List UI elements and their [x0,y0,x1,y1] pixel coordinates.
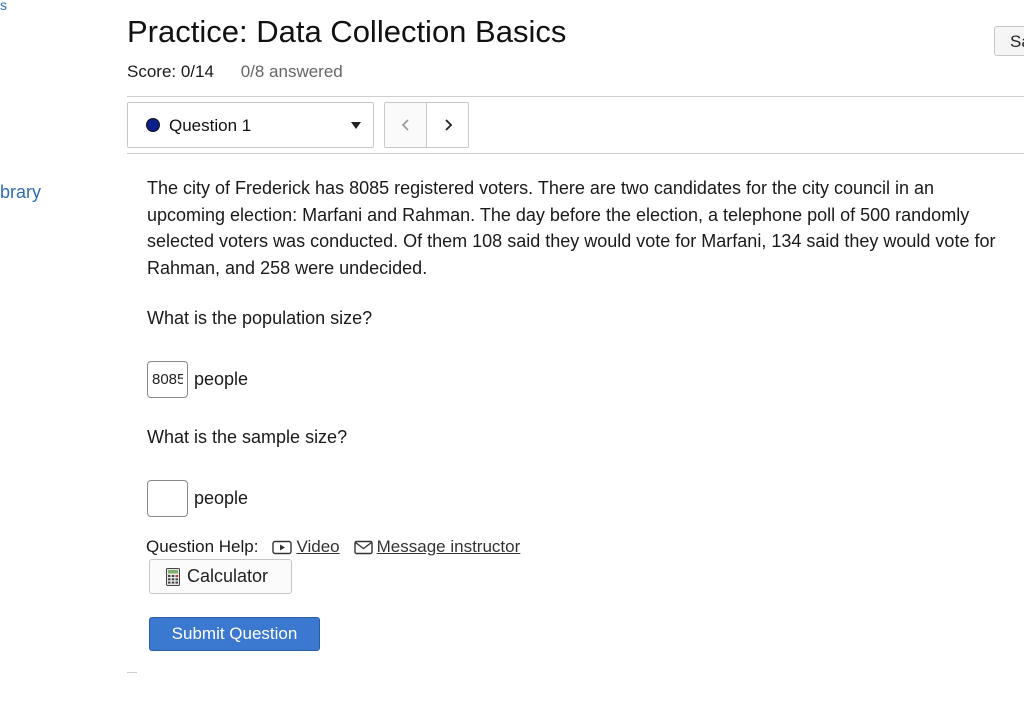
question-select[interactable]: Question 1 [127,102,374,148]
header-divider [127,96,1024,97]
next-question-button[interactable] [426,103,468,147]
question-select-label: Question 1 [169,116,252,135]
question-status-icon [146,118,160,132]
population-size-input[interactable] [147,361,188,398]
answered-count: 0/8 answered [240,62,343,81]
question-nav-group [384,102,469,148]
sample-unit-label: people [194,488,249,508]
population-answer-row: people [147,361,248,398]
caret-down-icon [351,122,361,129]
message-instructor-label: Message instructor [376,537,521,556]
question-help-row: Question Help: Video Message instructor [146,537,520,557]
score-row: Score: 0/14 0/8 answered [127,62,343,82]
nav-divider [127,153,1024,154]
question-help-label: Question Help: [146,537,259,556]
video-icon [272,540,293,554]
page: s brary Practice: Data Collection Basics… [0,0,1024,722]
mail-icon [353,540,373,554]
footer-divider [127,672,137,673]
score-text: Score: 0/14 [127,62,214,81]
save-button[interactable]: Sa [994,26,1024,56]
chevron-right-icon [444,119,452,131]
video-link[interactable]: Video [272,537,340,557]
sample-size-input[interactable] [147,480,188,517]
previous-question-button[interactable] [385,103,426,147]
sample-answer-row: people [147,480,248,517]
page-title: Practice: Data Collection Basics [127,14,567,49]
message-instructor-link[interactable]: Message instructor [353,537,521,557]
population-unit-label: people [194,369,249,389]
calculator-icon [166,567,180,586]
calculator-label: Calculator [187,566,269,586]
edge-link-fragment[interactable]: s [0,0,7,12]
chevron-left-icon [401,119,409,131]
sample-size-prompt: What is the sample size? [147,427,348,447]
video-link-label: Video [296,537,340,556]
calculator-button[interactable]: Calculator [149,559,292,594]
submit-question-button[interactable]: Submit Question [149,617,320,651]
population-size-prompt: What is the population size? [147,308,373,328]
question-text: The city of Frederick has 8085 registere… [147,178,996,278]
sidebar-library-link[interactable]: brary [0,182,41,203]
